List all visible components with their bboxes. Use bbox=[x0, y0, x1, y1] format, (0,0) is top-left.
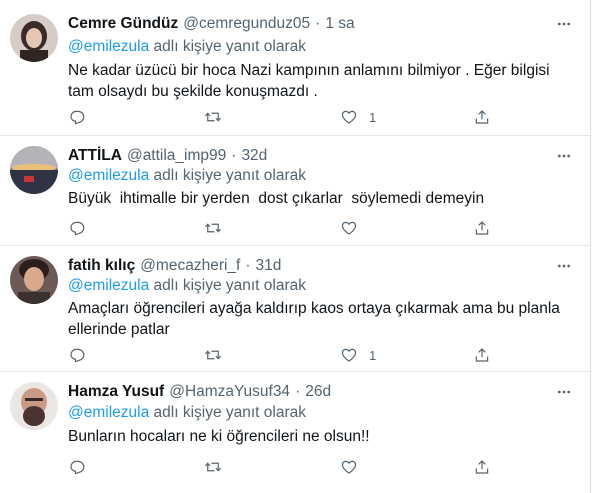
heart-icon bbox=[341, 110, 357, 124]
replying-to: @emilezula adlı kişiye yanıt olarak bbox=[68, 404, 307, 421]
more-horizontal-icon bbox=[558, 264, 570, 268]
tweet-text: Ne kadar üzücü bir hoca Nazi kampının an… bbox=[68, 62, 554, 100]
retweet-icon bbox=[205, 350, 221, 360]
reply-button[interactable] bbox=[68, 456, 86, 478]
share-button[interactable] bbox=[473, 456, 491, 478]
more-options-button[interactable] bbox=[554, 14, 574, 34]
display-name[interactable]: Cemre Gündüz bbox=[68, 15, 178, 33]
tweet[interactable]: Cemre Gündüz @cemregunduz05 · 1 sa @emil… bbox=[0, 0, 590, 136]
tweet-header: fatih kılıç @mecazheri_f · 31d bbox=[68, 256, 578, 276]
reply-button[interactable] bbox=[68, 217, 86, 239]
avatar[interactable] bbox=[10, 14, 58, 62]
display-name[interactable]: Hamza Yusuf bbox=[68, 383, 164, 401]
user-handle[interactable]: @attila_imp99 bbox=[127, 147, 226, 165]
share-icon bbox=[475, 110, 489, 124]
mention-link[interactable]: @emilezula bbox=[68, 404, 149, 421]
timestamp[interactable]: 26d bbox=[305, 383, 331, 401]
more-options-button[interactable] bbox=[554, 146, 574, 166]
separator-dot: · bbox=[315, 15, 321, 32]
more-horizontal-icon bbox=[558, 390, 570, 394]
avatar[interactable] bbox=[10, 146, 58, 194]
tweet[interactable]: Hamza Yusuf @HamzaYusuf34 · 26d @emilezu… bbox=[0, 372, 590, 493]
mention-link[interactable]: @emilezula bbox=[68, 277, 149, 294]
reply-button[interactable] bbox=[68, 106, 86, 128]
tweet-header: Hamza Yusuf @HamzaYusuf34 · 26d bbox=[68, 382, 578, 402]
tweet-actions bbox=[68, 456, 493, 478]
display-name[interactable]: fatih kılıç bbox=[68, 257, 135, 275]
retweet-icon bbox=[205, 462, 221, 472]
retweet-icon bbox=[205, 112, 221, 122]
timestamp[interactable]: 32d bbox=[241, 147, 267, 165]
reply-button[interactable] bbox=[68, 344, 86, 366]
like-button[interactable] bbox=[340, 217, 369, 239]
retweet-icon bbox=[205, 223, 221, 233]
share-icon bbox=[475, 460, 489, 474]
tweet[interactable]: fatih kılıç @mecazheri_f · 31d @emilezul… bbox=[0, 246, 590, 372]
tweet-actions bbox=[68, 217, 493, 239]
tweet-actions: 1 bbox=[68, 344, 493, 366]
retweet-button[interactable] bbox=[204, 344, 222, 366]
heart-icon bbox=[341, 221, 357, 235]
mention-link[interactable]: @emilezula bbox=[68, 167, 149, 184]
mention-link[interactable]: @emilezula bbox=[68, 38, 149, 55]
more-horizontal-icon bbox=[558, 22, 570, 26]
share-button[interactable] bbox=[473, 106, 491, 128]
share-icon bbox=[475, 221, 489, 235]
share-button[interactable] bbox=[473, 344, 491, 366]
reply-icon bbox=[70, 110, 85, 125]
tweet-text: Amaçları öğrencileri ayağa kaldırıp kaos… bbox=[68, 300, 565, 338]
reply-icon bbox=[70, 221, 85, 236]
share-button[interactable] bbox=[473, 217, 491, 239]
heart-icon bbox=[341, 348, 357, 362]
like-button[interactable] bbox=[340, 456, 369, 478]
replying-to: @emilezula adlı kişiye yanıt olarak bbox=[68, 167, 307, 184]
separator-dot: · bbox=[231, 147, 237, 164]
timestamp[interactable]: 31d bbox=[256, 257, 282, 275]
separator-dot: · bbox=[295, 383, 301, 400]
replying-to: @emilezula adlı kişiye yanıt olarak bbox=[68, 277, 307, 294]
separator-dot: · bbox=[245, 257, 251, 274]
tweet-actions: 1 bbox=[68, 106, 493, 128]
more-horizontal-icon bbox=[558, 154, 570, 158]
tweet-header: Cemre Gündüz @cemregunduz05 · 1 sa bbox=[68, 14, 578, 34]
user-handle[interactable]: @mecazheri_f bbox=[140, 257, 240, 275]
like-button[interactable]: 1 bbox=[340, 106, 376, 128]
timestamp[interactable]: 1 sa bbox=[325, 15, 354, 33]
user-handle[interactable]: @HamzaYusuf34 bbox=[169, 383, 290, 401]
avatar[interactable] bbox=[10, 382, 58, 430]
tweet-text: Büyük ihtimalle bir yerden dost çıkarlar… bbox=[68, 190, 485, 207]
share-icon bbox=[475, 348, 489, 362]
retweet-button[interactable] bbox=[204, 456, 222, 478]
reply-icon bbox=[70, 348, 85, 363]
tweet[interactable]: ATTİLA @attila_imp99 · 32d @emilezula ad… bbox=[0, 136, 590, 246]
replying-to: @emilezula adlı kişiye yanıt olarak bbox=[68, 38, 307, 55]
reply-timeline: Cemre Gündüz @cemregunduz05 · 1 sa @emil… bbox=[0, 0, 591, 493]
heart-icon bbox=[341, 460, 357, 474]
retweet-button[interactable] bbox=[204, 106, 222, 128]
more-options-button[interactable] bbox=[554, 256, 574, 276]
like-button[interactable]: 1 bbox=[340, 344, 376, 366]
tweet-text: Bunların hocaları ne ki öğrencileri ne o… bbox=[68, 428, 370, 445]
reply-icon bbox=[70, 460, 85, 475]
avatar[interactable] bbox=[10, 256, 58, 304]
like-count: 1 bbox=[369, 347, 377, 363]
tweet-header: ATTİLA @attila_imp99 · 32d bbox=[68, 146, 578, 166]
like-count: 1 bbox=[369, 109, 377, 125]
retweet-button[interactable] bbox=[204, 217, 222, 239]
display-name[interactable]: ATTİLA bbox=[68, 147, 122, 165]
more-options-button[interactable] bbox=[554, 382, 574, 402]
user-handle[interactable]: @cemregunduz05 bbox=[183, 15, 310, 33]
